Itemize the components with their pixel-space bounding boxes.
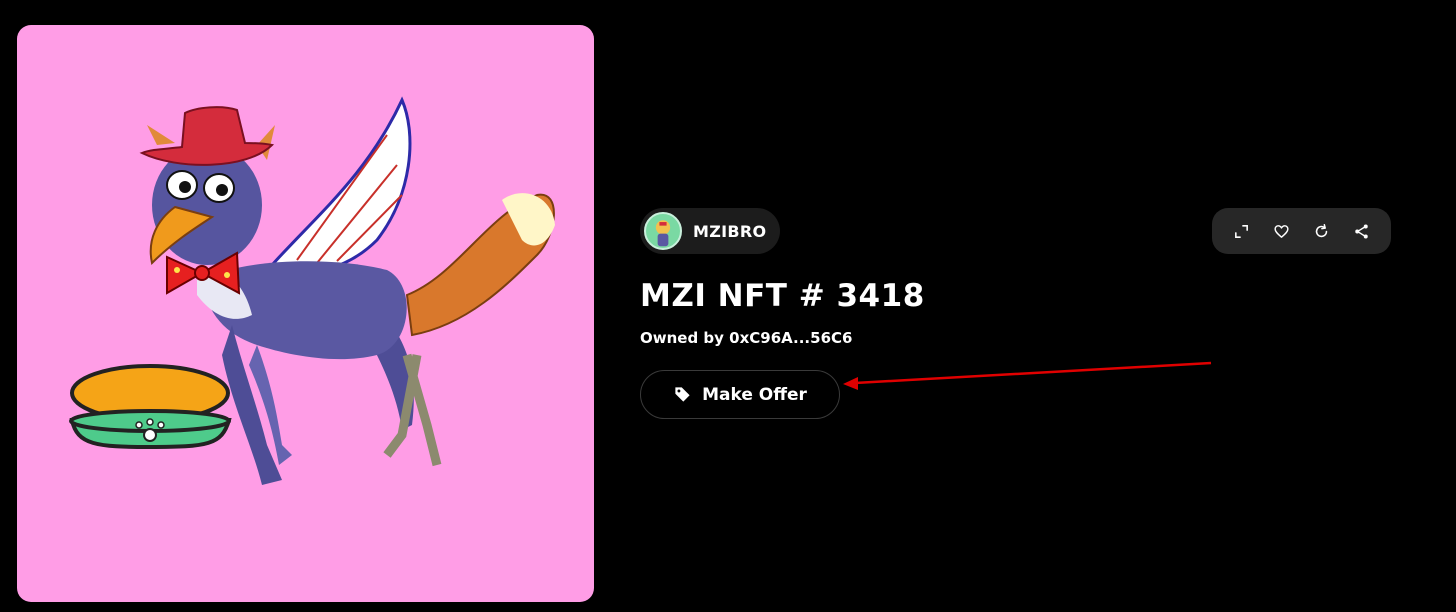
collection-name: MZIBRO (693, 221, 767, 241)
owner-address[interactable]: Owned by 0xC96A...56C6 (640, 329, 852, 347)
tag-icon (675, 387, 690, 402)
nft-artwork (69, 96, 555, 485)
item-toolbar (1212, 208, 1391, 254)
make-offer-label: Make Offer (702, 384, 807, 405)
nft-image[interactable] (17, 25, 594, 602)
collection-chip[interactable]: MZIBRO (640, 208, 780, 254)
expand-icon (1235, 224, 1249, 238)
make-offer-button[interactable]: Make Offer (640, 370, 840, 419)
heart-icon (1274, 224, 1289, 238)
refresh-button[interactable] (1304, 214, 1338, 248)
expand-button[interactable] (1225, 214, 1259, 248)
collection-avatar-icon (644, 212, 682, 250)
nft-title: MZI NFT # 3418 (640, 278, 925, 314)
share-icon (1354, 224, 1368, 238)
share-button[interactable] (1344, 214, 1378, 248)
favorite-button[interactable] (1265, 214, 1299, 248)
nft-detail-page: MZIBRO MZI NFT # 3418 Owned by 0xC96A...… (0, 0, 1456, 612)
refresh-icon (1315, 223, 1328, 237)
